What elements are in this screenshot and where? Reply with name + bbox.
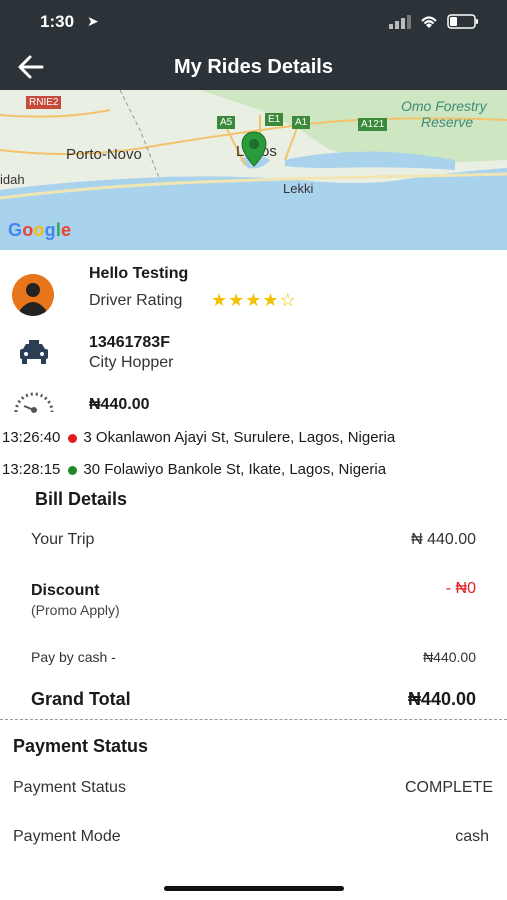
- location-arrow-icon: ➤: [87, 13, 99, 29]
- star-filled-icon: ★: [262, 290, 280, 310]
- home-indicator[interactable]: [164, 886, 344, 891]
- signal-icon: [389, 14, 411, 29]
- discount-value: - ₦0: [445, 580, 476, 597]
- map-label-porto-novo: Porto-Novo: [66, 146, 142, 163]
- pay-by-cash-label: Pay by cash -: [31, 649, 116, 665]
- pickup-row: 13:26:40 3 Okanlawon Ajayi St, Surulere, …: [2, 429, 395, 446]
- map-label-rnie2: RNIE2: [26, 96, 62, 109]
- divider: [0, 719, 507, 720]
- grand-total-label: Grand Total: [31, 689, 131, 709]
- speedometer-icon: [14, 392, 54, 413]
- status-time: 1:30: [40, 12, 75, 31]
- star-empty-icon: ☆: [279, 290, 297, 310]
- map-label-reserve: Reserve: [421, 114, 474, 130]
- fare-amount: ₦440.00: [89, 396, 150, 413]
- vehicle-type: City Hopper: [89, 354, 174, 371]
- google-logo: Google: [8, 220, 72, 240]
- your-trip-value: ₦ 440.00: [411, 531, 476, 548]
- star-filled-icon: ★: [245, 290, 263, 310]
- star-filled-icon: ★: [211, 290, 229, 310]
- discount-sub: (Promo Apply): [31, 602, 120, 618]
- driver-avatar-icon: [12, 274, 54, 316]
- status-icons: [389, 14, 479, 29]
- payment-status-value: COMPLETE: [404, 779, 493, 796]
- pickup-time: 13:26:40: [2, 429, 61, 446]
- car-icon: [20, 340, 48, 364]
- pickup-dot-icon: [68, 433, 78, 443]
- map-label-a1: A1: [292, 116, 311, 129]
- dropoff-time: 13:28:15: [2, 461, 61, 478]
- map-label-a121: A121: [358, 118, 388, 131]
- payment-heading: Payment Status: [13, 736, 149, 756]
- driver-rating-label: Driver Rating: [89, 292, 183, 309]
- nav-bar: My Rides Details: [0, 44, 507, 90]
- map-label-lekki: Lekki: [283, 181, 314, 196]
- dropoff-row: 13:28:15 30 Folawiyo Bankole St, Ikate, L…: [2, 461, 386, 478]
- your-trip-label: Your Trip: [31, 531, 95, 548]
- map-label-e1: E1: [265, 113, 284, 126]
- map-label-omo: Omo Forestry: [401, 98, 487, 114]
- payment-status-label: Payment Status: [13, 779, 126, 796]
- vehicle-plate: 13461783F: [89, 334, 170, 351]
- dropoff-address: 30 Folawiyo Bankole St, Ikate, Lagos, Ni…: [83, 461, 387, 478]
- driver-name: Hello Testing: [89, 265, 189, 282]
- driver-rating-stars: ★★★★☆: [211, 290, 297, 311]
- driver-avatar: [12, 274, 54, 316]
- pickup-address: 3 Okanlawon Ajayi St, Surulere, Lagos, N…: [83, 429, 396, 446]
- page-title: My Rides Details: [174, 56, 333, 78]
- dropoff-dot-icon: [68, 465, 78, 475]
- map-label-a5: A5: [217, 116, 236, 129]
- payment-mode-value: cash: [455, 828, 489, 845]
- battery-icon: [447, 14, 478, 29]
- payment-mode-label: Payment Mode: [13, 828, 121, 845]
- star-filled-icon: ★: [228, 290, 246, 310]
- route-map[interactable]: RNIE2 Porto-Novo idah A5 E1 A1 A121 Lago…: [0, 90, 507, 250]
- bill-heading: Bill Details: [35, 489, 128, 509]
- grand-total-value: ₦440.00: [407, 689, 476, 709]
- wifi-icon: [421, 15, 437, 28]
- status-bar: 1:30 ➤: [0, 0, 507, 44]
- discount-label: Discount: [31, 582, 100, 599]
- map-pin-icon: [241, 131, 267, 167]
- pay-by-cash-value: ₦440.00: [423, 649, 476, 665]
- map-label-idah: idah: [0, 172, 25, 187]
